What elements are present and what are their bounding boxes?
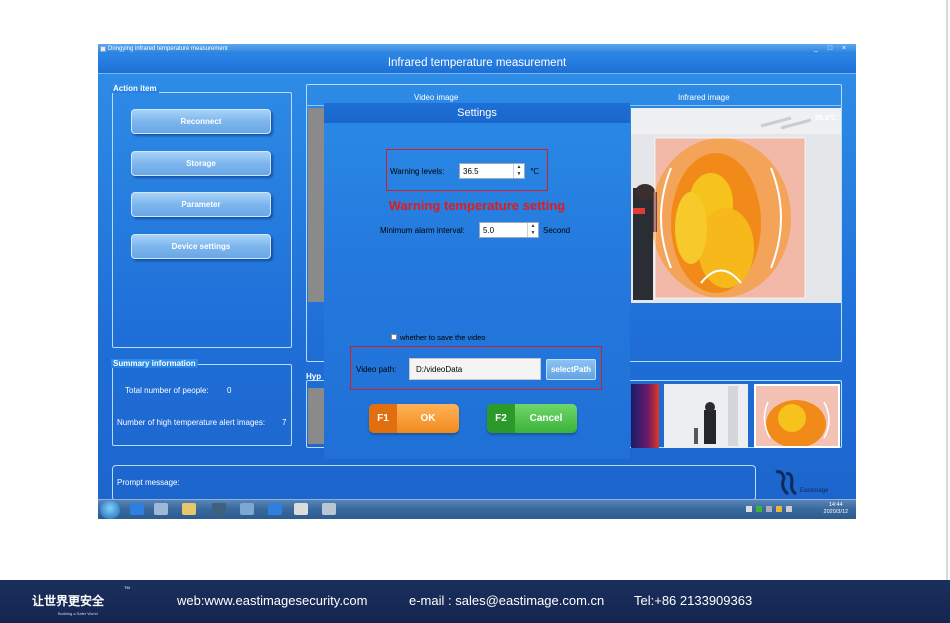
select-path-button[interactable]: selectPath xyxy=(546,359,596,380)
summary-panel-title: Summary information xyxy=(111,359,198,368)
total-people-value: 0 xyxy=(227,386,232,395)
footer-tel: Tel:+86 2133909363 xyxy=(634,593,753,608)
app-icon xyxy=(100,46,106,52)
infrared-image-view: 36.3℃ xyxy=(631,108,841,303)
alarm-interval-input[interactable]: 5.0 ▲ ▼ xyxy=(479,222,539,238)
footer-email[interactable]: e-mail : sales@eastimage.com.cn xyxy=(409,593,604,608)
alarm-interval-label: Minimum alarm interval: xyxy=(380,226,465,235)
close-button[interactable]: × xyxy=(838,44,850,54)
settings-dialog: Settings Warning levels: 36.5 ▲ ▼ ℃ Warni… xyxy=(324,103,630,459)
cancel-button[interactable]: F2 Cancel xyxy=(487,404,577,433)
footer-web[interactable]: web:www.eastimagesecurity.com xyxy=(177,593,368,608)
warning-level-value: 36.5 xyxy=(463,167,479,176)
taskbar-date: 2020/3/12 xyxy=(823,509,848,515)
app-header-title: Infrared temperature measurement xyxy=(387,57,567,69)
cancel-shortcut-key: F2 xyxy=(487,404,515,433)
app-taskbar-icon[interactable] xyxy=(240,503,254,515)
settings-dialog-title: Settings xyxy=(457,107,497,119)
ok-shortcut-key: F1 xyxy=(369,404,397,433)
alert-images-label: Number of high temperature alert images: xyxy=(117,418,266,427)
snapshot-left-view xyxy=(308,388,324,444)
device-settings-button[interactable]: Device settings xyxy=(131,234,271,259)
ok-button[interactable]: F1 OK xyxy=(369,404,459,433)
prompt-panel xyxy=(112,465,756,501)
save-video-checkbox[interactable] xyxy=(391,334,397,340)
infrared-image-label: Infrared image xyxy=(678,93,730,102)
action-panel-title: Action item xyxy=(111,84,159,93)
video-image-view xyxy=(308,108,324,302)
cancel-label: Cancel xyxy=(529,413,563,424)
page-divider xyxy=(946,0,948,580)
minimize-button[interactable]: _ xyxy=(810,44,822,54)
snapshot-thumb-selected[interactable] xyxy=(754,384,840,448)
warning-level-unit: ℃ xyxy=(530,167,539,176)
ir-temp-readout: 36.3℃ xyxy=(815,115,837,122)
prompt-message-label: Prompt message: xyxy=(117,478,180,487)
parameter-button[interactable]: Parameter xyxy=(131,192,271,217)
snapshot-thumb[interactable] xyxy=(631,384,659,448)
thermal-scene-image xyxy=(631,108,841,303)
spinner-arrows-icon[interactable]: ▲ ▼ xyxy=(513,164,524,178)
system-tray-icons[interactable] xyxy=(746,506,796,514)
app-taskbar-icon[interactable] xyxy=(294,503,308,515)
settings-dialog-titlebar: Settings xyxy=(324,103,630,123)
eastimage-logo: Eastimage xyxy=(774,468,834,498)
app-taskbar-icon[interactable] xyxy=(154,503,168,515)
thermal-snapshot-image xyxy=(756,386,838,446)
window-title: Dongying infrared temperature measuremen… xyxy=(108,46,228,52)
window-titlebar: Dongying infrared temperature measuremen… xyxy=(98,44,856,54)
alarm-interval-value: 5.0 xyxy=(483,226,495,235)
ie-icon[interactable] xyxy=(268,503,282,515)
ie-icon[interactable] xyxy=(130,503,144,515)
logo-slogan: Building a Safer World xyxy=(58,611,98,616)
maximize-button[interactable]: □ xyxy=(824,44,836,54)
warning-temperature-annotation: Warning temperature setting xyxy=(388,198,566,213)
person-snapshot-image xyxy=(664,384,748,448)
snapshot-panel-title: Hyp xyxy=(306,372,322,381)
app-window: Dongying infrared temperature measuremen… xyxy=(98,44,856,519)
slide-footer: 让世界更安全 Building a Safer World TM web:www… xyxy=(0,580,950,623)
taskbar-clock[interactable]: 14:44 2020/3/12 xyxy=(824,502,848,516)
video-path-value: D:/videoData xyxy=(416,365,463,374)
reconnect-button[interactable]: Reconnect xyxy=(131,109,271,134)
start-button[interactable] xyxy=(100,501,120,519)
total-people-label: Total number of people: xyxy=(125,386,209,395)
ok-label: OK xyxy=(420,413,436,424)
slide-page: Dongying infrared temperature measuremen… xyxy=(0,0,950,623)
video-path-label: Video path: xyxy=(356,365,397,374)
folder-icon[interactable] xyxy=(182,503,196,515)
app-header: Infrared temperature measurement xyxy=(98,54,856,74)
app-taskbar-icon[interactable] xyxy=(322,503,336,515)
eastimage-logo-text: Eastimage xyxy=(800,488,829,494)
app-taskbar-icon[interactable] xyxy=(212,503,226,515)
logo-trademark: TM xyxy=(124,585,130,590)
video-path-input[interactable]: D:/videoData xyxy=(409,358,541,380)
taskbar-time: 14:44 xyxy=(828,502,843,508)
summary-panel xyxy=(112,364,292,446)
alarm-interval-unit: Second xyxy=(543,226,571,235)
storage-button[interactable]: Storage xyxy=(131,151,271,176)
video-image-label: Video image xyxy=(414,93,459,102)
windows-taskbar: 14:44 2020/3/12 xyxy=(98,499,856,519)
save-video-label: whether to save the video xyxy=(400,333,486,342)
spinner-arrows-icon[interactable]: ▲ ▼ xyxy=(527,223,538,237)
warning-level-label: Warning levels: xyxy=(390,167,445,176)
snapshot-thumb[interactable] xyxy=(664,384,748,448)
company-logo: 让世界更安全 Building a Safer World TM xyxy=(30,585,130,619)
logo-chinese-text: 让世界更安全 xyxy=(32,594,105,608)
alert-images-value: 7 xyxy=(282,418,287,427)
warning-level-input[interactable]: 36.5 ▲ ▼ xyxy=(459,163,525,179)
